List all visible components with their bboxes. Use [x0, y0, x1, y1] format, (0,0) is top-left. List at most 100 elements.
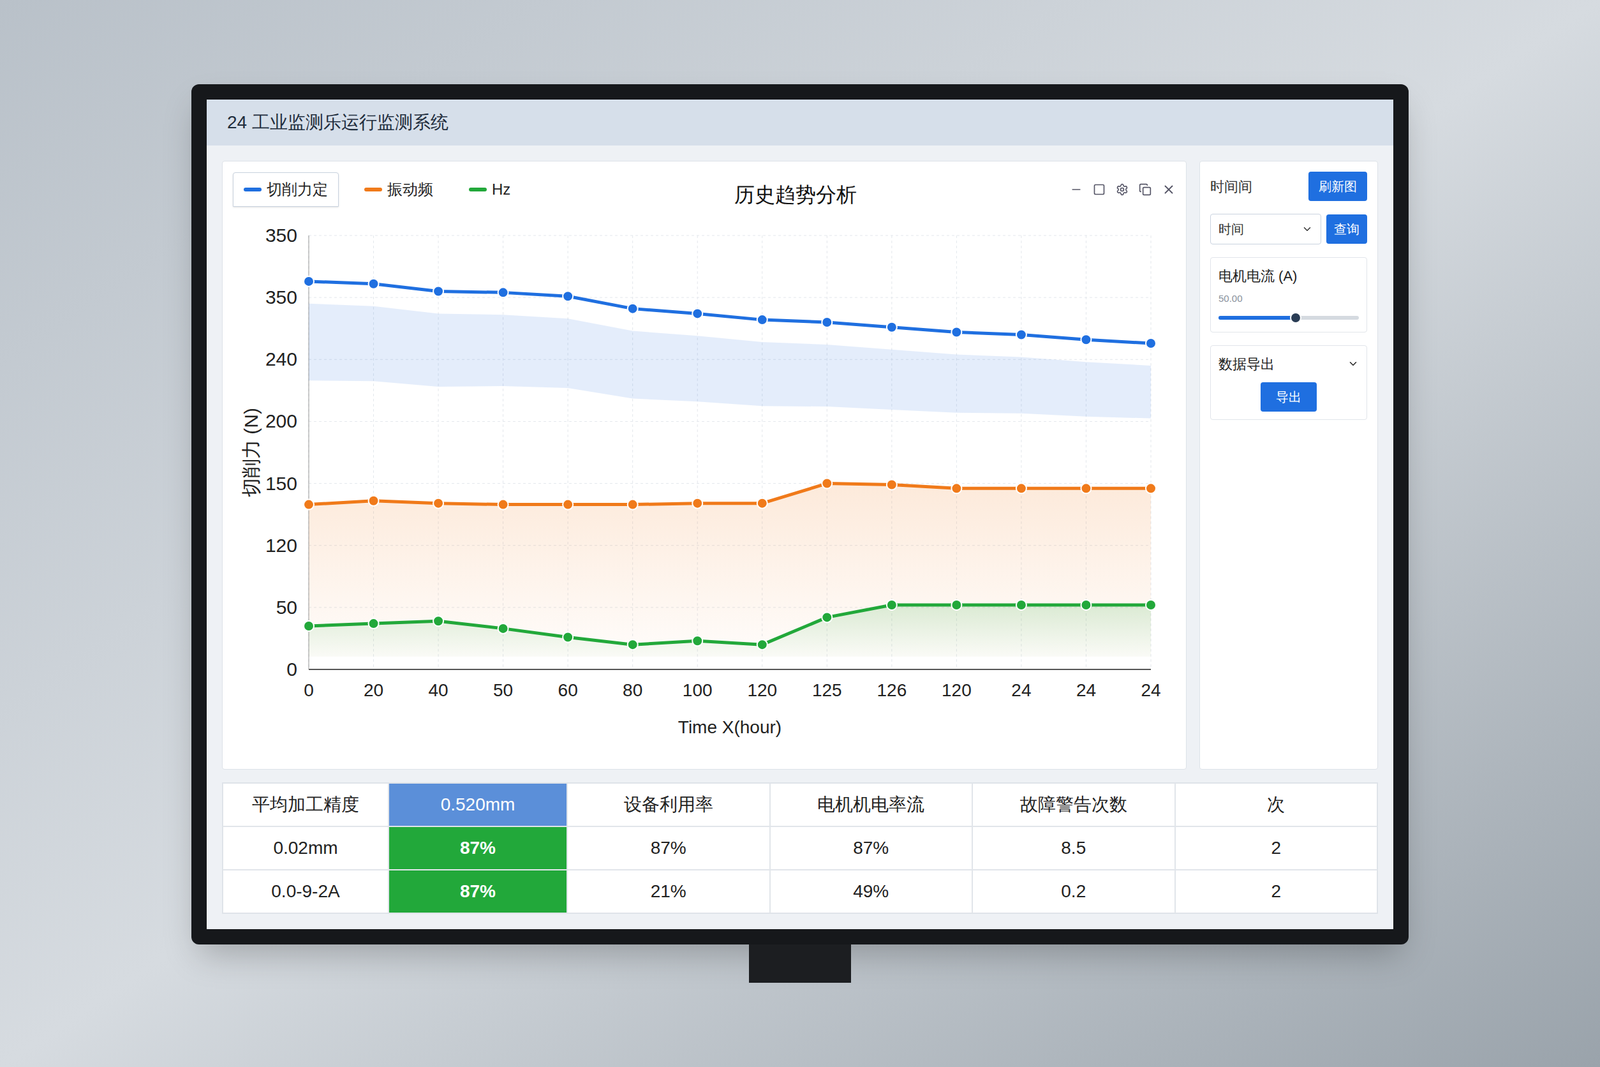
data-point[interactable] [886, 599, 897, 610]
data-point[interactable] [368, 278, 379, 289]
data-point[interactable] [757, 639, 768, 650]
data-point[interactable] [1080, 599, 1091, 610]
y-tick: 350 [265, 286, 1151, 308]
screen: 24 工业监测乐运行监测系统切削力定振动频Hz历史趋势分析35035024020… [206, 99, 1394, 929]
body: 切削力定振动频Hz历史趋势分析3503502402001501205000204… [206, 145, 1394, 929]
svg-text:126: 126 [876, 680, 907, 700]
legend-tab[interactable]: 振动频 [354, 172, 444, 207]
table-cell: 87% [388, 869, 568, 913]
close-icon[interactable] [1161, 182, 1176, 197]
export-card: 数据导出导出 [1210, 345, 1368, 420]
settings-icon[interactable] [1115, 183, 1129, 196]
data-point[interactable] [1145, 482, 1156, 494]
data-point[interactable] [627, 303, 638, 314]
refresh-button[interactable]: 刷新图 [1308, 171, 1368, 201]
svg-text:60: 60 [558, 680, 578, 700]
data-point[interactable] [886, 322, 897, 333]
svg-text:24: 24 [1076, 680, 1097, 700]
data-point[interactable] [498, 499, 509, 510]
series-line [303, 478, 1156, 510]
data-point[interactable] [1145, 338, 1156, 349]
minimize-icon[interactable] [1069, 183, 1083, 196]
y-tick: 350 [265, 224, 1151, 246]
data-point[interactable] [1016, 482, 1027, 494]
slider-knob[interactable] [1289, 311, 1302, 324]
data-point[interactable] [433, 615, 444, 626]
data-point[interactable] [498, 623, 509, 634]
svg-text:24: 24 [1140, 680, 1161, 700]
chart-card: 切削力定振动频Hz历史趋势分析3503502402001501205000204… [222, 160, 1187, 770]
export-button[interactable]: 导出 [1260, 382, 1317, 412]
data-point[interactable] [1080, 334, 1091, 345]
table-cell: 21% [567, 869, 771, 913]
data-point[interactable] [498, 287, 509, 298]
data-point[interactable] [951, 482, 962, 494]
data-point[interactable] [692, 308, 703, 319]
data-point[interactable] [433, 498, 444, 509]
table-cell: 次 [1175, 782, 1378, 827]
data-point[interactable] [627, 639, 638, 650]
copy-icon[interactable] [1138, 183, 1152, 196]
svg-text:120: 120 [265, 534, 298, 556]
chart-header: 切削力定振动频Hz历史趋势分析 [222, 161, 1186, 210]
svg-text:0: 0 [286, 658, 298, 680]
legend-tab[interactable]: 切削力定 [232, 172, 339, 207]
data-point[interactable] [1016, 599, 1027, 610]
data-point[interactable] [692, 635, 703, 646]
data-point[interactable] [692, 498, 703, 509]
data-point[interactable] [1080, 482, 1091, 494]
table-cell: 87% [388, 826, 568, 870]
data-point[interactable] [368, 618, 379, 629]
svg-text:100: 100 [682, 680, 713, 700]
y-tick: 150 [265, 472, 1151, 494]
series-area [308, 604, 1151, 657]
data-point[interactable] [1016, 329, 1027, 340]
table-cell: 8.5 [972, 826, 1176, 870]
current-slider[interactable] [1218, 311, 1359, 325]
svg-text:150: 150 [265, 472, 298, 494]
current-reading: 50.00 [1218, 291, 1359, 307]
stats-table: 平均加工精度0.520mm设备利用率电机机电率流故障警告次数次0.02mm87%… [222, 782, 1378, 914]
data-point[interactable] [757, 314, 768, 325]
data-point[interactable] [627, 499, 638, 510]
data-point[interactable] [303, 620, 314, 631]
data-point[interactable] [303, 499, 314, 510]
legend-swatch [468, 187, 487, 192]
data-point[interactable] [886, 479, 897, 490]
series-line [303, 276, 1156, 349]
table-cell: 设备利用率 [567, 782, 771, 827]
data-point[interactable] [1145, 599, 1156, 610]
svg-text:200: 200 [265, 410, 298, 432]
series-line [303, 599, 1156, 650]
chevron-icon [1301, 223, 1313, 235]
current-card: 电机电流 (A)50.00 [1210, 257, 1368, 333]
data-point[interactable] [757, 498, 768, 509]
data-point[interactable] [303, 276, 314, 287]
data-point[interactable] [433, 285, 444, 297]
time-select[interactable]: 时间 [1210, 213, 1322, 245]
data-point[interactable] [562, 499, 573, 510]
query-button[interactable]: 查询 [1326, 214, 1368, 244]
svg-text:80: 80 [622, 680, 643, 700]
data-point[interactable] [562, 290, 573, 302]
export-select[interactable]: 数据导出 [1218, 353, 1359, 375]
legend: 切削力定振动频 Hz [232, 172, 521, 207]
table-cell: 49% [770, 869, 973, 913]
data-point[interactable] [821, 478, 832, 489]
data-point[interactable] [562, 631, 573, 642]
maximize-icon[interactable] [1092, 183, 1106, 196]
data-point[interactable] [821, 611, 832, 623]
chevron-icon [1347, 357, 1359, 370]
x-axis-label: Time X(hour) [678, 717, 782, 737]
legend-swatch [243, 187, 262, 192]
window-controls [1069, 182, 1176, 197]
trend-chart: 3503502402001501205000204050608010012012… [227, 209, 1181, 746]
data-point[interactable] [368, 495, 379, 506]
chart-area: 3503502402001501205000204050608010012012… [222, 209, 1186, 769]
data-point[interactable] [821, 317, 832, 328]
legend-tab[interactable]: Hz [458, 172, 521, 207]
data-point[interactable] [951, 327, 962, 338]
svg-text:350: 350 [265, 286, 298, 308]
data-point[interactable] [951, 599, 962, 610]
y-axis-label: 切削力 (N) [240, 407, 262, 497]
